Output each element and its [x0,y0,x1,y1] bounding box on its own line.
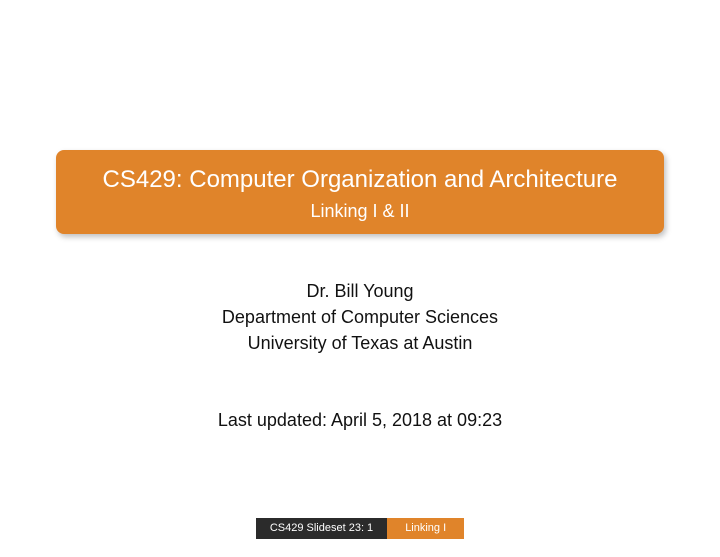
title-block: CS429: Computer Organization and Archite… [56,150,664,234]
author-block: Dr. Bill Young Department of Computer Sc… [222,278,498,356]
slide: CS429: Computer Organization and Archite… [0,0,720,557]
footer-section: Linking I [387,518,464,539]
author-university: University of Texas at Austin [222,330,498,356]
last-updated: Last updated: April 5, 2018 at 09:23 [218,410,502,431]
footer-inner: CS429 Slideset 23: 1 Linking I [256,518,464,539]
author-name: Dr. Bill Young [222,278,498,304]
footer: CS429 Slideset 23: 1 Linking I [0,518,720,539]
author-department: Department of Computer Sciences [222,304,498,330]
slide-title: CS429: Computer Organization and Archite… [74,164,646,195]
footer-slideset: CS429 Slideset 23: 1 [256,518,387,539]
slide-subtitle: Linking I & II [74,201,646,222]
